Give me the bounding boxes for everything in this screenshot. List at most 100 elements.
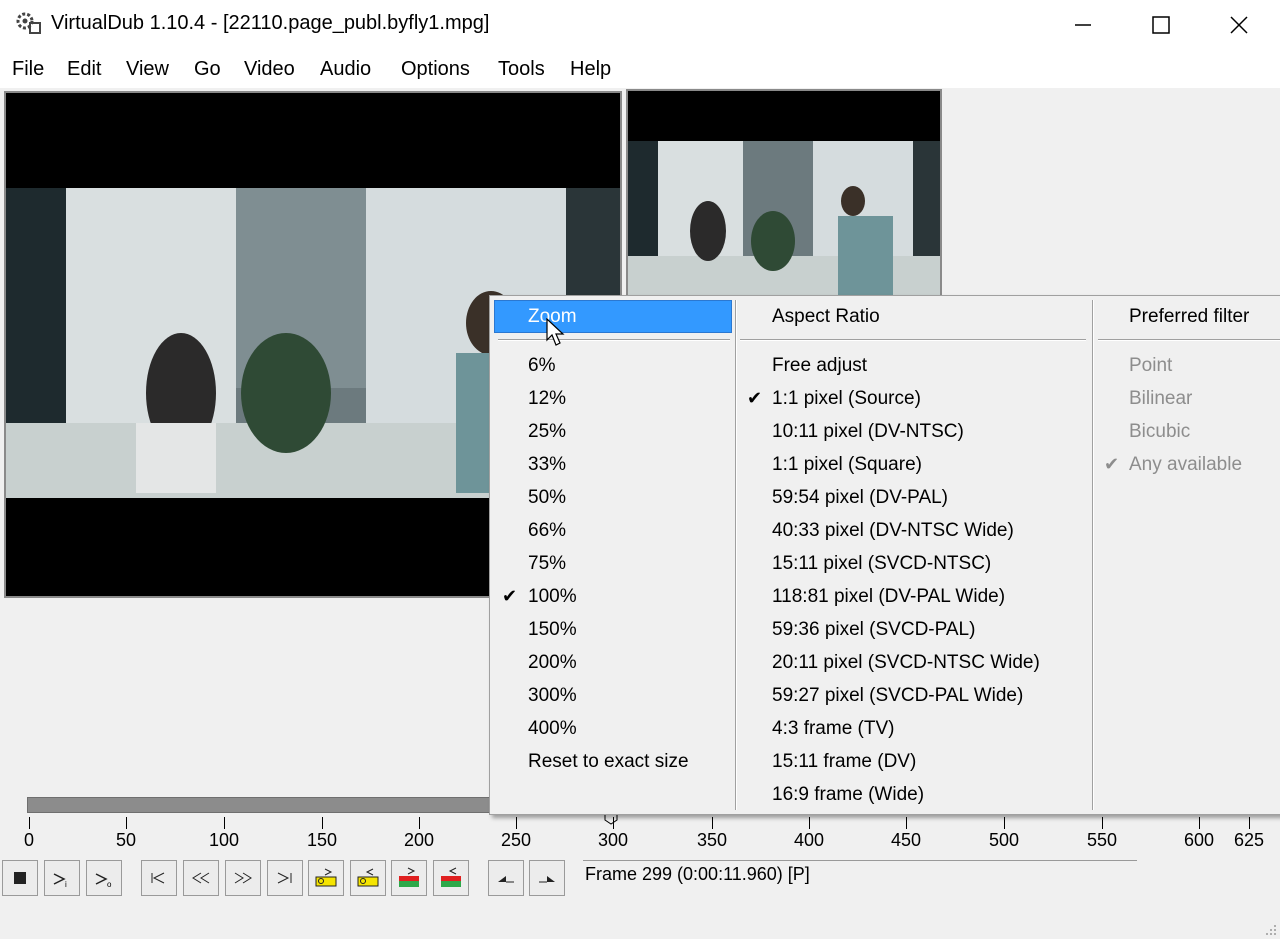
aspect-header[interactable]: Aspect Ratio — [772, 306, 880, 328]
go-start-button[interactable] — [141, 860, 177, 896]
tick-label: 350 — [696, 830, 728, 850]
aspect-option[interactable]: 20:11 pixel (SVCD-NTSC Wide) — [772, 652, 1040, 674]
prev-key-icon — [315, 868, 337, 887]
filter-option-bicubic: Bicubic — [1129, 421, 1191, 442]
title-bar: VirtualDub 1.10.4 - [22110.page_publ.byf… — [0, 0, 1280, 50]
menu-bar: File Edit View Go Video Audio Options To… — [0, 50, 1280, 88]
zoom-option-150[interactable]: 150% — [528, 619, 577, 641]
mouse-cursor-icon — [546, 318, 565, 346]
zoom-option-75[interactable]: 75% — [528, 553, 566, 575]
zoom-option-400[interactable]: 400% — [528, 718, 577, 740]
tick-label: 0 — [23, 830, 35, 850]
minimize-button[interactable] — [1044, 0, 1122, 50]
checkmark-icon: ✔ — [747, 388, 763, 408]
checkmark-icon: ✔ — [502, 586, 518, 606]
prev-scene-button[interactable] — [391, 860, 427, 896]
prev-keyframe-button[interactable] — [308, 860, 344, 896]
tick-label: 150 — [306, 830, 338, 850]
svg-text:i: i — [65, 880, 67, 888]
menu-video[interactable]: Video — [244, 58, 295, 81]
prev-scene-icon — [399, 867, 419, 887]
aspect-option[interactable]: 1:1 pixel (Source) — [772, 388, 921, 410]
go-start-icon — [151, 872, 165, 884]
tick-mark — [29, 817, 30, 829]
menu-tools[interactable]: Tools — [498, 58, 545, 81]
aspect-option[interactable]: 59:27 pixel (SVCD-PAL Wide) — [772, 685, 1023, 707]
next-frame-button[interactable] — [225, 860, 261, 896]
play-output-button[interactable]: o — [86, 860, 122, 896]
play-output-icon: o — [95, 873, 112, 888]
aspect-option[interactable]: 16:9 frame (Wide) — [772, 784, 924, 806]
aspect-option[interactable]: 1:1 pixel (Square) — [772, 454, 922, 476]
tick-label: 550 — [1086, 830, 1118, 850]
filter-header[interactable]: Preferred filter — [1129, 306, 1249, 328]
prev-frame-icon — [192, 872, 210, 884]
next-frame-icon — [234, 872, 252, 884]
resize-grip-icon[interactable] — [1264, 923, 1278, 937]
tick-mark — [1102, 817, 1103, 829]
tick-mark — [1004, 817, 1005, 829]
zoom-option-300[interactable]: 300% — [528, 685, 577, 707]
next-scene-icon — [441, 867, 461, 887]
zoom-option-33[interactable]: 33% — [528, 454, 566, 476]
menu-audio[interactable]: Audio — [320, 58, 371, 81]
zoom-option-50[interactable]: 50% — [528, 487, 566, 509]
status-divider — [583, 860, 1137, 861]
mark-in-icon — [498, 876, 514, 883]
menu-help[interactable]: Help — [570, 58, 611, 81]
zoom-reset-exact-size[interactable]: Reset to exact size — [528, 751, 689, 773]
aspect-option[interactable]: 40:33 pixel (DV-NTSC Wide) — [772, 520, 1014, 542]
menu-separator — [498, 339, 730, 341]
aspect-option[interactable]: 4:3 frame (TV) — [772, 718, 894, 740]
zoom-option-6[interactable]: 6% — [528, 355, 555, 377]
tick-mark — [1199, 817, 1200, 829]
svg-text:o: o — [107, 880, 112, 888]
tick-label: 625 — [1233, 830, 1265, 850]
next-keyframe-button[interactable] — [350, 860, 386, 896]
menu-separator — [1098, 339, 1280, 341]
zoom-option-12[interactable]: 12% — [528, 388, 566, 410]
play-input-button[interactable]: i — [44, 860, 80, 896]
window-title: VirtualDub 1.10.4 - [22110.page_publ.byf… — [51, 12, 490, 34]
menu-options[interactable]: Options — [401, 58, 470, 81]
next-scene-button[interactable] — [433, 860, 469, 896]
column-separator — [1092, 300, 1094, 810]
stop-icon — [14, 872, 26, 884]
go-end-button[interactable] — [267, 860, 303, 896]
tick-mark — [712, 817, 713, 829]
menu-edit[interactable]: Edit — [67, 58, 101, 81]
tick-mark — [906, 817, 907, 829]
menu-view[interactable]: View — [126, 58, 169, 81]
mark-in-button[interactable] — [488, 860, 524, 896]
aspect-option[interactable]: 118:81 pixel (DV-PAL Wide) — [772, 586, 1005, 608]
close-button[interactable] — [1200, 0, 1278, 50]
menu-separator — [740, 339, 1086, 341]
menu-file[interactable]: File — [12, 58, 44, 81]
menu-go[interactable]: Go — [194, 58, 221, 81]
aspect-option[interactable]: 59:54 pixel (DV-PAL) — [772, 487, 948, 509]
output-video-pane[interactable] — [626, 89, 942, 299]
aspect-option[interactable]: Free adjust — [772, 355, 867, 377]
tick-label: 250 — [500, 830, 532, 850]
aspect-option[interactable]: 10:11 pixel (DV-NTSC) — [772, 421, 964, 443]
stop-button[interactable] — [2, 860, 38, 896]
app-gear-icon — [16, 12, 41, 34]
filter-option-bilinear: Bilinear — [1129, 388, 1193, 409]
zoom-option-66[interactable]: 66% — [528, 520, 566, 542]
aspect-option[interactable]: 15:11 pixel (SVCD-NTSC) — [772, 553, 991, 575]
maximize-button[interactable] — [1122, 0, 1200, 50]
tick-mark — [1249, 817, 1250, 829]
tick-mark — [809, 817, 810, 829]
tick-label: 450 — [890, 830, 922, 850]
tick-mark — [613, 817, 614, 829]
aspect-option[interactable]: 59:36 pixel (SVCD-PAL) — [772, 619, 975, 641]
zoom-option-25[interactable]: 25% — [528, 421, 566, 443]
zoom-option-100[interactable]: 100% — [528, 586, 577, 608]
zoom-option-200[interactable]: 200% — [528, 652, 577, 674]
tick-mark — [322, 817, 323, 829]
tick-mark — [419, 817, 420, 829]
prev-frame-button[interactable] — [183, 860, 219, 896]
tick-label: 400 — [793, 830, 825, 850]
mark-out-button[interactable] — [529, 860, 565, 896]
aspect-option[interactable]: 15:11 frame (DV) — [772, 751, 916, 773]
